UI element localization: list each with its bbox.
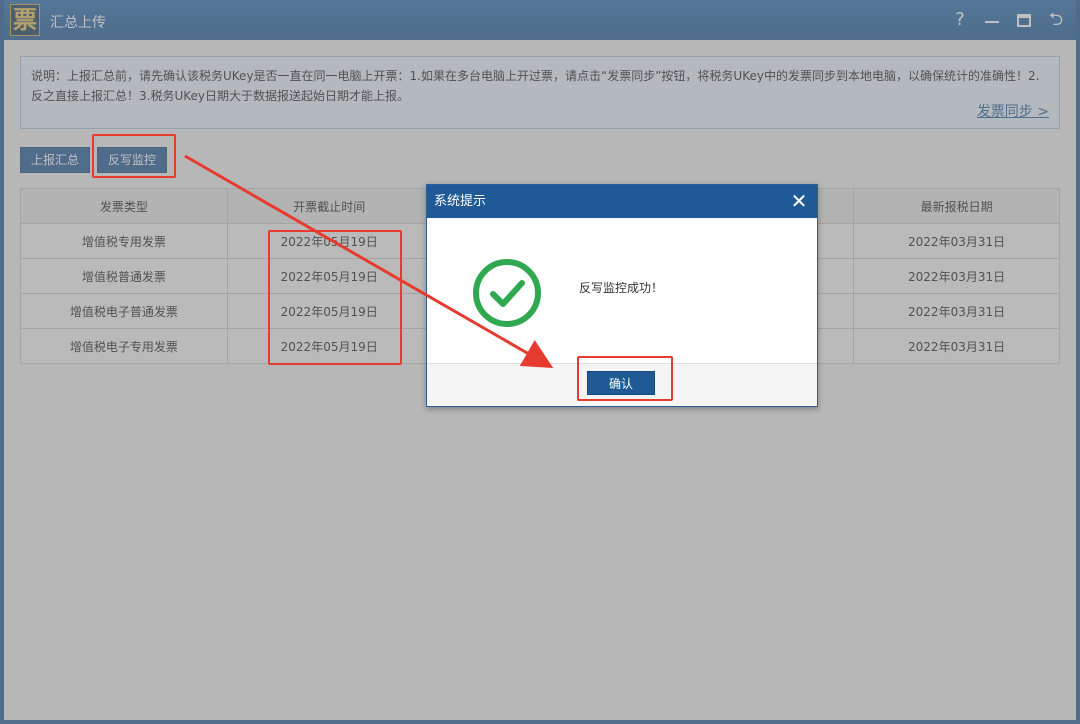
dialog-title: 系统提示 (434, 194, 487, 209)
dialog-message: 反写监控成功！ (579, 281, 664, 295)
success-check-icon (473, 259, 541, 327)
system-prompt-dialog: 系统提示 ✕ 反写监控成功！ 确认 (426, 184, 818, 407)
dialog-title-bar: 系统提示 ✕ (427, 185, 817, 218)
close-icon[interactable]: ✕ (789, 185, 809, 218)
dialog-footer: 确认 (427, 363, 817, 406)
confirm-button[interactable]: 确认 (587, 371, 655, 395)
